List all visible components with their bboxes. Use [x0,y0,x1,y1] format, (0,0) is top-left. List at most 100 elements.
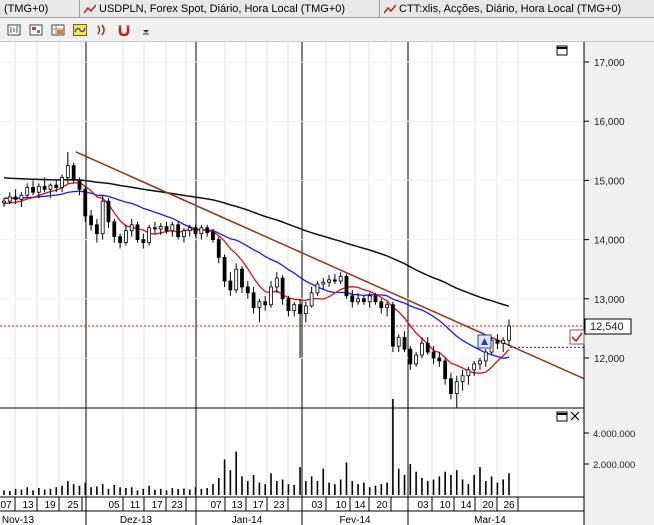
magnet-icon[interactable] [116,22,132,38]
candle-body [112,221,117,238]
date-tick-label: 23 [273,500,285,511]
alert-marker-icon[interactable] [477,334,492,349]
maximize-volume-panel-button[interactable] [556,411,568,422]
candle-body [321,281,326,285]
last-price-label: 12,540 [584,318,632,335]
table-icon[interactable] [50,22,66,38]
date-tick-label: 07 [210,500,222,511]
date-tick-label: 17 [252,500,264,511]
properties-icon[interactable] [28,22,44,38]
month-label: Fev-14 [339,515,371,525]
date-tick-label: 13 [231,500,243,511]
candle-body [367,295,372,303]
candle-body [280,277,285,300]
candle-body [129,224,134,232]
date-tick-label: 19 [44,500,56,511]
candle-body [344,275,349,297]
tab-ctt[interactable]: CTT:xlis, Acções, Diário, Hora Local (TM… [380,0,654,18]
candle-body [216,239,221,258]
month-label: Nov-13 [2,515,35,525]
candle-body [54,184,59,188]
candle-body [501,339,506,344]
dropdown-arrow-icon[interactable] [138,22,154,38]
candle-body [292,304,297,312]
candle-body [135,224,140,241]
month-label: Dez-13 [120,515,153,525]
candle-body [286,298,291,312]
chart-area[interactable]: 17,000 16,000 15,000 14,000 13,000 12,000 4.00… [0,42,654,525]
tab-bar: (TMG+0) USDPLN, Forex Spot, Diário, Hora… [0,0,654,18]
candle-body [42,185,47,190]
candle-body [274,277,279,288]
candle-body [425,342,430,353]
candle-body [153,227,157,230]
date-tick-label: 14 [354,500,366,511]
tab-usdpln[interactable]: USDPLN, Forex Spot, Diário, Hora Local (… [80,0,380,18]
candle-body [385,304,390,309]
price-tick-label: 16,000 [594,117,625,128]
volume-tick-label: 2.000.000 [593,460,635,471]
candle-body [228,280,233,291]
month-label: Jan-14 [232,515,263,525]
candle-body [147,227,152,243]
candle-body [361,298,366,303]
candle-body [234,268,239,291]
candle-body [211,232,215,241]
candle-body [420,342,424,356]
price-alert-icon[interactable] [569,329,585,345]
candle-body [164,226,169,232]
candle-body [379,301,384,309]
bar-chart-icon[interactable] [6,22,22,38]
candle-body [483,351,488,362]
chart-icon [84,4,96,14]
candle-body [478,360,482,365]
candle-body [240,268,244,288]
candle-body [187,227,192,232]
candle-body [263,301,268,306]
price-tick-label: 17,000 [594,58,625,69]
candle-body [48,184,53,190]
date-tick-label: 10 [335,500,347,511]
candle-body [269,286,273,306]
signal-icon[interactable] [94,22,110,38]
candle-body [309,292,314,307]
tab-1[interactable]: (TMG+0) [0,0,80,18]
candle-body [472,363,477,371]
tab-1-label: (TMG+0) [4,3,49,15]
price-tick-label: 15,000 [594,176,625,187]
date-tick-label: 14 [460,500,472,511]
candle-body [31,187,35,193]
candle-body [466,369,471,377]
candle-body [7,196,12,202]
candle-body [373,295,378,303]
maximize-price-panel-button[interactable] [556,45,568,56]
candle-body [402,336,407,350]
date-tick-label: 07 [0,500,12,511]
candle-body [141,239,146,243]
wave-icon[interactable] [72,22,88,38]
candle-body [431,351,436,359]
candle-body [65,165,70,178]
axis-background [584,42,654,525]
candle-body [71,165,76,181]
toolbar [0,18,654,42]
candle-body [396,336,401,347]
candle-body [193,227,198,235]
candle-body [298,304,302,315]
candle-body [315,283,320,294]
candle-body [356,298,360,303]
candle-body [257,301,262,309]
candle-body [83,188,88,217]
candle-body [454,381,459,394]
candle-body [443,360,448,380]
plot-background [0,42,584,525]
date-tick-label: 25 [67,500,79,511]
candle-body [391,304,395,347]
candle-body [13,196,18,200]
candle-body [25,187,30,196]
candle-body [176,224,181,238]
candle-body [222,256,227,282]
candle-body [118,236,122,243]
candle-body [449,378,453,394]
candle-body [245,286,250,294]
